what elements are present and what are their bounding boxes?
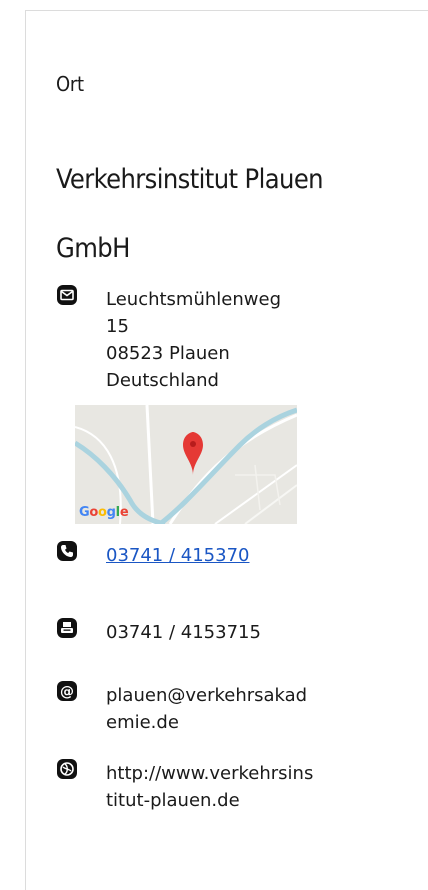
map-brand-letter: G	[79, 505, 90, 520]
mail-icon	[56, 284, 78, 306]
address-postal-city: 08523 Plauen	[106, 343, 230, 364]
map-brand-letter: o	[89, 505, 99, 520]
fax-icon	[56, 617, 78, 639]
map-brand-logo: Google	[79, 505, 129, 520]
phone-icon	[56, 540, 78, 562]
address-street: Leuchtsmühlenweg	[106, 289, 281, 310]
map-brand-letter: o	[98, 505, 107, 520]
map-brand-letter: e	[119, 505, 129, 520]
svg-text:@: @	[60, 684, 74, 700]
company-name: Verkehrsinstitut Plauen GmbH	[56, 164, 324, 264]
address-number: 15	[106, 316, 129, 337]
globe-icon	[56, 758, 78, 780]
section-title: Ort	[56, 72, 84, 96]
email-address[interactable]: plauen@verkehrsakademie.de	[106, 682, 316, 736]
website-url[interactable]: http://www.verkehrsinstitut-plauen.de	[106, 760, 316, 814]
address-text: Leuchtsmühlenweg 15 08523 Plauen Deutsch…	[106, 286, 316, 394]
fax-number: 03741 / 4153715	[106, 622, 261, 643]
at-icon: @	[56, 680, 78, 702]
map-thumbnail[interactable]: Google	[75, 405, 297, 524]
phone-link[interactable]: 03741 / 415370	[106, 545, 249, 566]
address-country: Deutschland	[106, 370, 219, 391]
map-brand-letter: g	[106, 505, 116, 520]
